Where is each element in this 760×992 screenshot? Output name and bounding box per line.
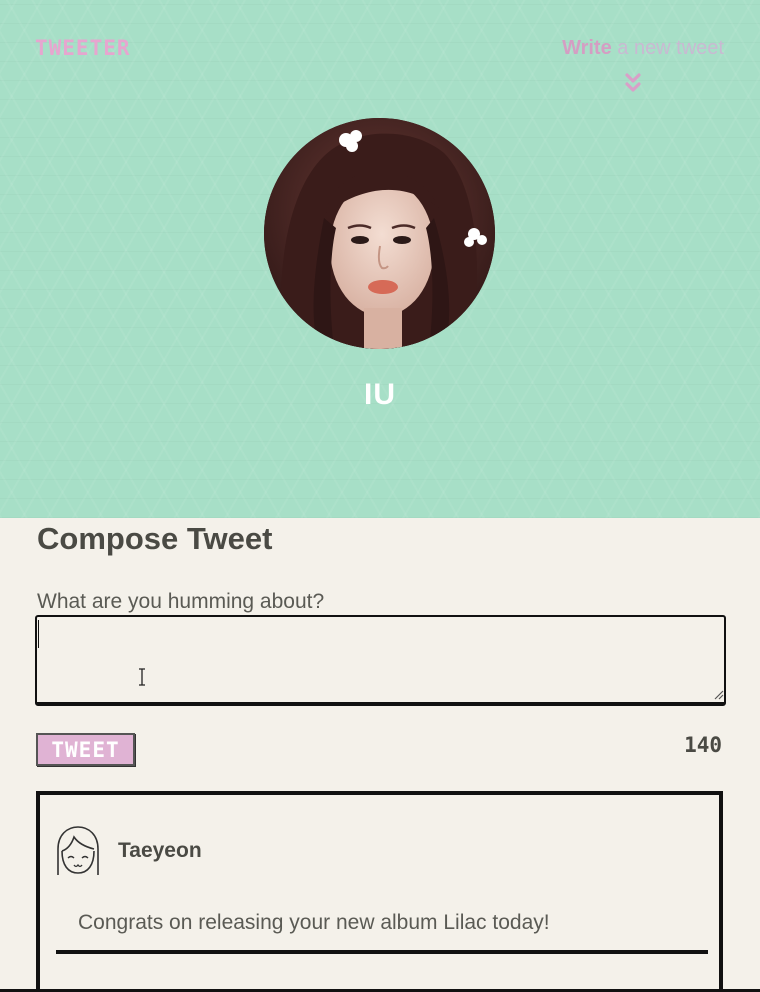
brand-logo[interactable]: TWEETER	[35, 36, 131, 60]
tweet-card: Taeyeon Congrats on releasing your new a…	[36, 791, 723, 992]
character-counter: 140	[684, 733, 722, 757]
profile-header: TWEETER Write a new tweet IU	[0, 0, 760, 518]
text-caret	[38, 620, 39, 648]
text-cursor-icon	[139, 668, 145, 686]
tweet-divider	[56, 950, 708, 954]
double-chevron-down-icon[interactable]	[624, 72, 642, 94]
resize-grip-icon[interactable]	[712, 688, 724, 700]
profile-avatar	[264, 118, 495, 349]
tweet-input[interactable]	[35, 615, 726, 706]
profile-name: IU	[364, 378, 396, 411]
write-new-tweet-link[interactable]: Write a new tweet	[562, 37, 724, 60]
write-link-strong: Write	[562, 37, 612, 59]
profile-photo	[264, 118, 495, 349]
tweet-author[interactable]: Taeyeon	[118, 839, 202, 863]
tweet-text: Congrats on releasing your new album Lil…	[78, 911, 550, 934]
compose-title: Compose Tweet	[37, 521, 273, 556]
write-link-rest: a new tweet	[611, 37, 724, 59]
cartoon-face-icon	[57, 826, 99, 875]
tweet-button[interactable]: TWEET	[36, 733, 135, 766]
compose-label: What are you humming about?	[37, 590, 325, 613]
